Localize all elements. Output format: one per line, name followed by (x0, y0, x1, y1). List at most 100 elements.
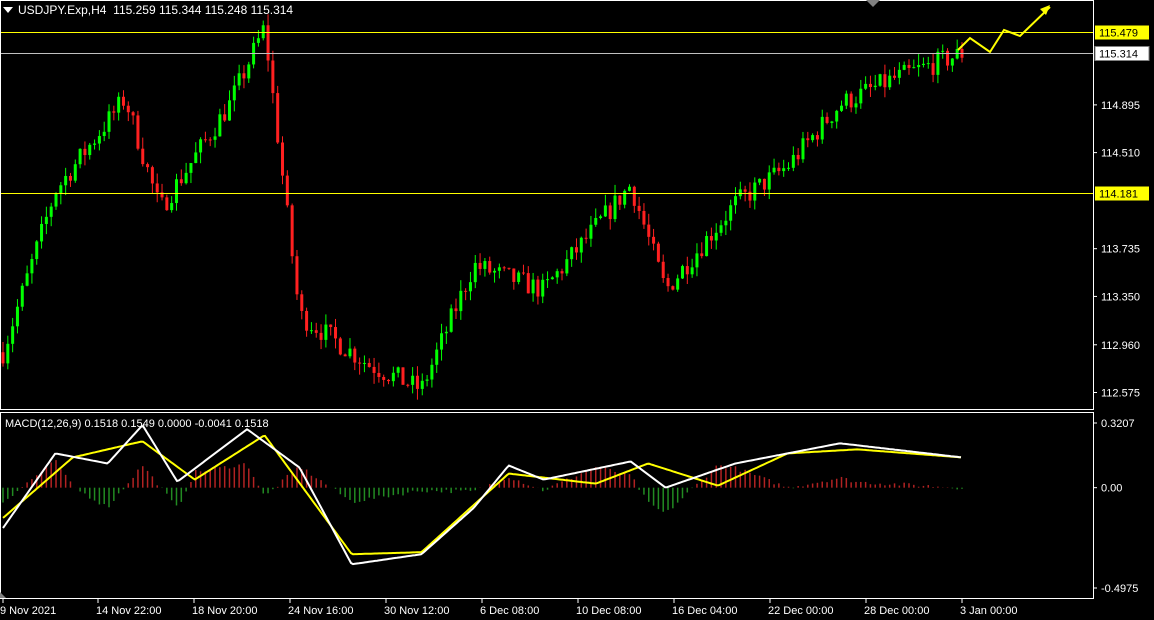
candle-body (883, 74, 887, 88)
candle-body (782, 168, 786, 172)
candle (430, 358, 434, 388)
candle (531, 272, 535, 302)
candle-body (121, 96, 125, 106)
candle (719, 220, 723, 237)
candle (507, 267, 511, 271)
candle-body (517, 272, 521, 282)
candle-body (232, 85, 236, 101)
candle-body (758, 178, 762, 183)
candle (189, 162, 193, 184)
candle-body (468, 282, 472, 292)
candle-body (179, 179, 183, 184)
candle (276, 85, 280, 145)
candle-body (420, 380, 424, 389)
candle (758, 178, 762, 186)
macd-signal-line (2, 434, 962, 556)
candle (348, 338, 352, 359)
candle-body (666, 278, 670, 287)
candle (213, 127, 217, 148)
chart-canvas[interactable]: 115.479 115.314 114.181 114.895 114.510 113.… (0, 0, 1154, 620)
time-tick-label: 18 Nov 20:00 (192, 605, 257, 617)
candle (391, 366, 395, 387)
main-pane-border (0, 0, 1094, 410)
candle-body (324, 324, 328, 340)
candle-body (353, 348, 357, 363)
candle (883, 64, 887, 98)
candle-body (536, 279, 540, 297)
candle-body (950, 58, 954, 66)
candle-body (93, 143, 97, 145)
candle-body (59, 185, 63, 194)
candle-body (700, 253, 704, 257)
candle (223, 104, 227, 122)
candle-body (729, 205, 733, 221)
candle (787, 162, 791, 171)
candle-body (25, 273, 29, 286)
candle-body (579, 237, 583, 253)
candle-body (415, 375, 419, 389)
candle (912, 59, 916, 69)
candle (387, 379, 391, 385)
candle (864, 76, 868, 91)
candle (179, 169, 183, 186)
candle (488, 256, 492, 275)
candle (396, 366, 400, 378)
candle (517, 270, 521, 285)
candle (444, 326, 448, 344)
candle-body (362, 362, 366, 364)
macd-axis: 0.3207 0.00 -0.4975 (1093, 418, 1138, 595)
candle-body (227, 100, 231, 121)
candle-body (136, 115, 140, 149)
candle-body (435, 349, 439, 365)
candle-body (218, 114, 222, 137)
candle (290, 203, 294, 264)
candle-body (367, 362, 371, 367)
candle-body (425, 379, 429, 381)
candle (724, 210, 728, 235)
candle (401, 367, 405, 385)
price-tick-label: 112.575 (1101, 388, 1140, 400)
corner-marker-icon (0, 592, 6, 598)
candle (459, 280, 463, 320)
price-tick-label: 112.960 (1101, 340, 1140, 352)
candle (464, 288, 468, 301)
candle (261, 20, 265, 41)
candle (353, 346, 357, 371)
candle (946, 48, 950, 71)
candle-body (271, 60, 275, 94)
candle-body (213, 136, 217, 140)
candle (642, 203, 646, 229)
candle-body (1, 352, 5, 364)
candle-body (242, 73, 246, 79)
candle-body (497, 267, 501, 271)
candle (806, 131, 810, 148)
candle (468, 271, 472, 301)
candle (555, 268, 559, 284)
candle (131, 110, 135, 125)
candle-body (671, 286, 675, 290)
chevron-down-icon[interactable] (3, 6, 13, 13)
shift-marker-icon[interactable] (866, 0, 880, 7)
candle (603, 194, 607, 218)
candle-body (146, 164, 150, 168)
candle-body (189, 163, 193, 173)
candle-body (78, 148, 82, 165)
candle (473, 255, 477, 289)
candle-body (83, 148, 87, 156)
candle (729, 199, 733, 231)
candle-body (261, 25, 265, 39)
candle (227, 90, 231, 121)
candle (425, 374, 429, 387)
candle-body (117, 96, 121, 113)
candle (521, 264, 525, 276)
candle-body (815, 135, 819, 140)
candle (907, 59, 911, 75)
candle (97, 130, 101, 151)
candle-body (690, 267, 694, 275)
candle-body (574, 247, 578, 253)
candle-body (584, 237, 588, 239)
candle-body (762, 178, 766, 190)
candle (893, 67, 897, 80)
candle-body (126, 105, 130, 113)
candle-body (30, 259, 34, 274)
